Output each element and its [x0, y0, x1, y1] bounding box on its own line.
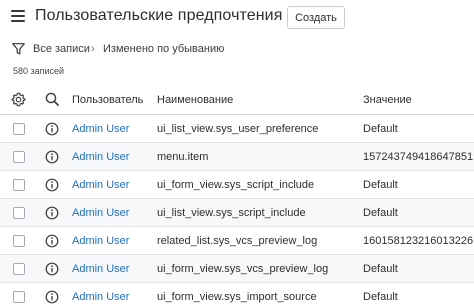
row-value: Default	[363, 263, 398, 275]
breadcrumb-sort[interactable]: Изменено по убыванию	[103, 43, 224, 55]
page-header: Пользовательские предпочтения Создать	[0, 0, 474, 36]
info-icon[interactable]	[45, 150, 59, 164]
row-checkbox[interactable]	[13, 179, 25, 191]
row-name: menu.item	[157, 151, 209, 163]
row-checkbox[interactable]	[13, 291, 25, 303]
row-name: ui_list_view.sys_script_include	[157, 207, 306, 219]
page-title: Пользовательские предпочтения	[35, 7, 283, 24]
row-name: ui_form_view.sys_import_source	[157, 291, 317, 303]
row-user-link[interactable]: Admin User	[72, 151, 129, 163]
row-value: 157243749418647851	[363, 151, 474, 163]
row-checkbox[interactable]	[13, 235, 25, 247]
row-value: 160158123216013226	[363, 235, 474, 247]
row-user-link[interactable]: Admin User	[72, 207, 129, 219]
column-header-value[interactable]: Значение	[363, 94, 412, 106]
breadcrumb-separator: ›	[91, 43, 95, 55]
info-icon[interactable]	[45, 290, 59, 304]
column-header-name[interactable]: Наименование	[157, 94, 233, 106]
info-icon[interactable]	[45, 178, 59, 192]
row-user-link[interactable]: Admin User	[72, 291, 129, 303]
create-button[interactable]: Создать	[287, 6, 345, 29]
row-value: Default	[363, 207, 398, 219]
row-user-link[interactable]: Admin User	[72, 179, 129, 191]
info-icon[interactable]	[45, 122, 59, 136]
filter-breadcrumb: Все записи › Изменено по убыванию	[0, 40, 474, 60]
table-row[interactable]: Admin User menu.item 157243749418647851	[0, 143, 474, 171]
table-header: Пользователь Наименование Значение	[0, 85, 474, 115]
row-user-link[interactable]: Admin User	[72, 263, 129, 275]
row-name: ui_form_view.sys_vcs_preview_log	[157, 263, 329, 275]
row-name: related_list.sys_vcs_preview_log	[157, 235, 318, 247]
table-row[interactable]: Admin User ui_form_view.sys_vcs_preview_…	[0, 255, 474, 283]
column-header-user[interactable]: Пользователь	[72, 94, 143, 106]
row-user-link[interactable]: Admin User	[72, 235, 129, 247]
table-row[interactable]: Admin User related_list.sys_vcs_preview_…	[0, 227, 474, 255]
row-checkbox[interactable]	[13, 123, 25, 135]
search-icon[interactable]	[45, 92, 59, 106]
row-user-link[interactable]: Admin User	[72, 123, 129, 135]
row-name: ui_form_view.sys_script_include	[157, 179, 315, 191]
info-icon[interactable]	[45, 262, 59, 276]
info-icon[interactable]	[45, 206, 59, 220]
row-value: Default	[363, 123, 398, 135]
info-icon[interactable]	[45, 234, 59, 248]
row-value: Default	[363, 291, 398, 303]
row-checkbox[interactable]	[13, 207, 25, 219]
hamburger-menu-icon[interactable]	[11, 10, 25, 22]
table-row[interactable]: Admin User ui_form_view.sys_import_sourc…	[0, 283, 474, 308]
breadcrumb-all-records[interactable]: Все записи	[33, 43, 90, 55]
filter-icon[interactable]	[12, 43, 25, 55]
row-checkbox[interactable]	[13, 263, 25, 275]
row-name: ui_list_view.sys_user_preference	[157, 123, 319, 135]
table-row[interactable]: Admin User ui_form_view.sys_script_inclu…	[0, 171, 474, 199]
record-count: 580 записей	[13, 66, 65, 76]
table-row[interactable]: Admin User ui_list_view.sys_script_inclu…	[0, 199, 474, 227]
gear-icon[interactable]	[11, 92, 26, 107]
table-row[interactable]: Admin User ui_list_view.sys_user_prefere…	[0, 115, 474, 143]
row-checkbox[interactable]	[13, 151, 25, 163]
row-value: Default	[363, 179, 398, 191]
